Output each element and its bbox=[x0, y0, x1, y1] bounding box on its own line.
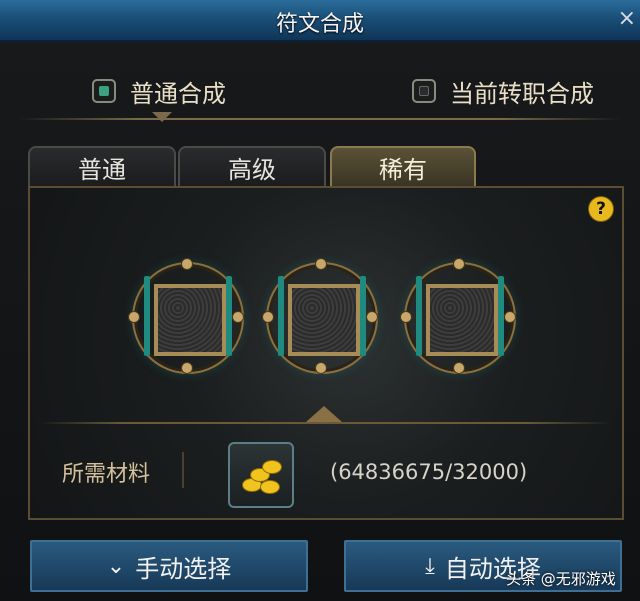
chevron-down-icon: ⌄ bbox=[106, 553, 126, 579]
download-tray-icon: ⤓ bbox=[425, 553, 435, 579]
material-separator bbox=[182, 452, 184, 488]
mode-normal-synthesis[interactable]: 普通合成 bbox=[92, 74, 226, 108]
empty-slot-icon bbox=[288, 284, 360, 356]
divider-caret-icon bbox=[306, 406, 342, 422]
manual-select-label: 手动选择 bbox=[135, 554, 232, 583]
watermark: 头条 @无邪游戏 bbox=[506, 570, 616, 588]
rune-slot[interactable] bbox=[400, 258, 516, 374]
tab-rare[interactable]: 稀有 bbox=[330, 146, 476, 186]
mode-current-class-label: 当前转职合成 bbox=[450, 79, 594, 108]
empty-slot-icon bbox=[426, 284, 498, 356]
material-count: (64836675/32000) bbox=[330, 460, 528, 484]
title-bar: 符文合成 × bbox=[0, 0, 640, 42]
radio-icon[interactable] bbox=[92, 79, 116, 103]
tab-normal[interactable]: 普通 bbox=[28, 146, 176, 186]
tab-advanced[interactable]: 高级 bbox=[178, 146, 326, 186]
mode-normal-label: 普通合成 bbox=[130, 79, 226, 108]
material-divider bbox=[38, 422, 612, 424]
empty-slot-icon bbox=[154, 284, 226, 356]
radio-icon[interactable] bbox=[412, 79, 436, 103]
close-icon[interactable]: × bbox=[618, 6, 636, 31]
mode-current-class-synthesis[interactable]: 当前转职合成 bbox=[412, 74, 594, 108]
mode-divider bbox=[18, 118, 622, 120]
gold-coins-icon[interactable] bbox=[228, 442, 294, 508]
rune-slot[interactable] bbox=[262, 258, 378, 374]
help-icon[interactable]: ? bbox=[588, 196, 614, 222]
rune-slot[interactable] bbox=[128, 258, 244, 374]
selected-mode-caret-icon bbox=[152, 112, 172, 122]
window-title: 符文合成 bbox=[275, 12, 364, 37]
manual-select-button[interactable]: ⌄ 手动选择 bbox=[30, 540, 308, 592]
required-material-label: 所需材料 bbox=[62, 462, 151, 487]
